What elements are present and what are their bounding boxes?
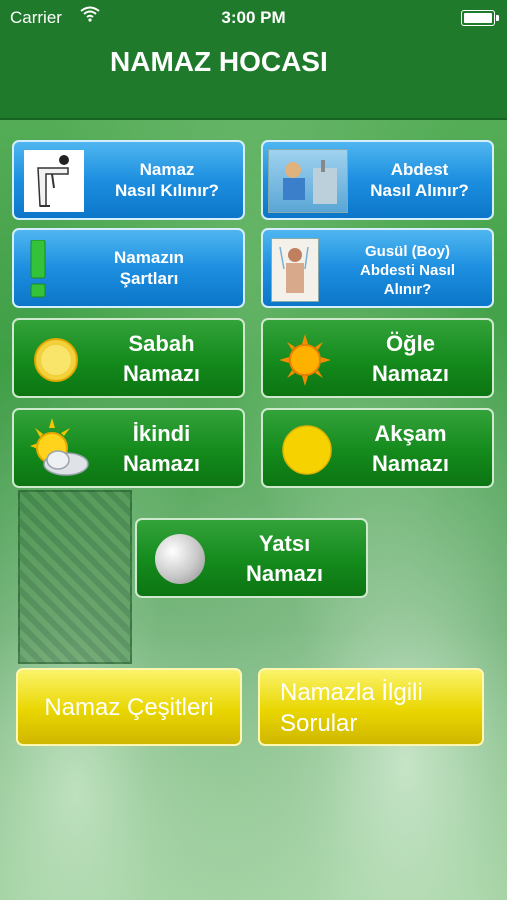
sabah-label-2: Namazı — [122, 361, 201, 386]
gusul-abdesti-button[interactable]: Gusül (Boy) Abdesti Nasıl Alınır? — [261, 228, 494, 308]
namazla-ilgili-sorular-button[interactable]: Namazla İlgili Sorular — [258, 668, 484, 746]
shower-image-icon — [271, 238, 319, 302]
status-time: 3:00 PM — [221, 8, 286, 27]
kaaba-door-decoration — [18, 490, 132, 664]
sorular-label-1: Namazla İlgili — [280, 679, 423, 706]
yatsi-label-1: Yatsı — [258, 531, 311, 556]
sun-cloud-icon — [22, 418, 92, 486]
namazin-sartlari-button[interactable]: Namazın Şartları — [12, 228, 245, 308]
gusul-label-3: Alınır? — [383, 281, 432, 298]
ogle-label-2: Namazı — [371, 361, 450, 386]
sorular-label-2: Sorular — [280, 710, 358, 737]
battery-icon — [461, 10, 499, 26]
ikindi-label-2: Namazı — [122, 451, 201, 476]
ablution-image-icon — [268, 149, 348, 213]
status-bar: Carrier 3:00 PM — [0, 0, 507, 36]
setting-sun-icon — [281, 424, 333, 484]
ikindi-label-1: İkindi — [132, 421, 191, 446]
abdest-label-2: Nasıl Alınır? — [370, 181, 469, 200]
abdest-nasil-alinir-button[interactable]: Abdest Nasıl Alınır? — [261, 140, 494, 220]
praying-man-icon — [24, 150, 84, 217]
aksam-namazi-button[interactable]: Akşam Namazı — [261, 408, 494, 488]
sartlar-label-1: Namazın — [114, 248, 184, 267]
ogle-label-1: Öğle — [386, 331, 435, 356]
sabah-label-1: Sabah — [128, 331, 195, 356]
gusul-label-1: Gusül (Boy) — [365, 243, 450, 260]
bright-sun-icon — [279, 334, 331, 394]
aksam-label-1: Akşam — [374, 421, 447, 446]
ikindi-namazi-button[interactable]: İkindi Namazı — [12, 408, 245, 488]
rising-sun-icon — [32, 336, 80, 392]
yatsi-label-2: Namazı — [245, 561, 324, 586]
exclamation-icon — [28, 239, 48, 303]
yatsi-namazi-button[interactable]: Yatsı Namazı — [135, 518, 368, 598]
gusul-label-2: Abdesti Nasıl — [359, 262, 456, 279]
sabah-namazi-button[interactable]: Sabah Namazı — [12, 318, 245, 398]
namaz-nasil-label-2: Nasıl Kılınır? — [115, 181, 219, 200]
page-title: NAMAZ HOCASI — [110, 46, 328, 77]
cesitler-label: Namaz Çeşitleri — [44, 694, 214, 721]
namaz-nasil-kilinir-button[interactable]: Namaz Nasıl Kılınır? — [12, 140, 245, 220]
ogle-namazi-button[interactable]: Öğle Namazı — [261, 318, 494, 398]
nav-bar: NAMAZ HOCASI — [0, 36, 507, 120]
abdest-label-1: Abdest — [390, 160, 449, 179]
sartlar-label-2: Şartları — [119, 269, 179, 288]
moon-icon — [155, 534, 205, 584]
aksam-label-2: Namazı — [371, 451, 450, 476]
namaz-cesitleri-button[interactable]: Namaz Çeşitleri — [16, 668, 242, 746]
namaz-nasil-label-1: Namaz — [139, 160, 195, 179]
